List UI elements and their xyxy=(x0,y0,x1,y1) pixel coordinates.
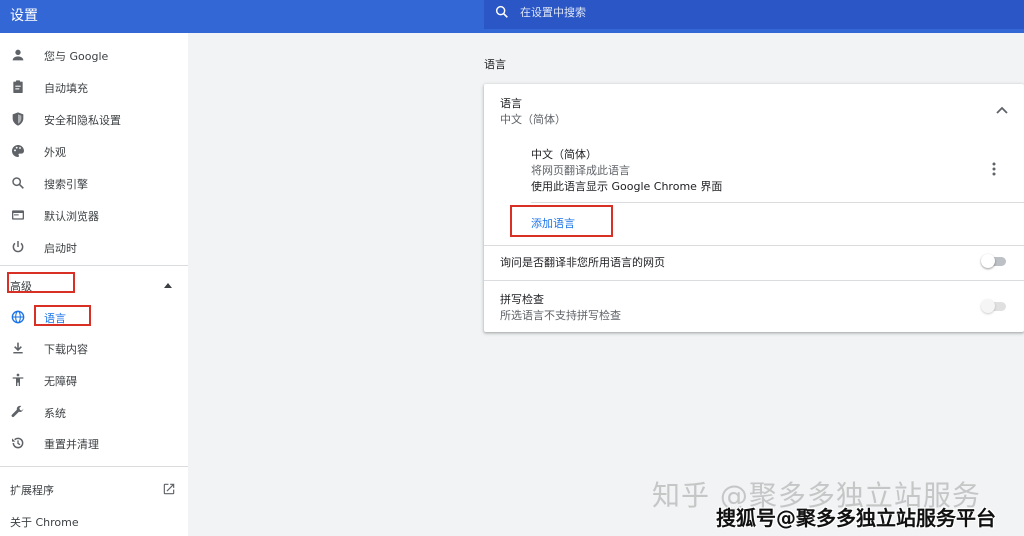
sohu-watermark: 搜狐号@聚多多独立站服务平台 xyxy=(716,506,996,530)
highlight-box-advanced xyxy=(7,272,75,293)
languages-card: 语言 中文（简体） 中文（简体） 将网页翻译成此语言 使用此语言显示 Googl… xyxy=(484,84,1024,332)
card-divider xyxy=(531,202,1024,203)
sidebar-divider xyxy=(0,466,188,467)
highlight-box-add-language xyxy=(510,205,613,237)
globe-icon xyxy=(11,310,25,324)
sidebar-item-label: 外观 xyxy=(44,146,66,159)
card-divider xyxy=(484,245,1024,246)
wrench-icon xyxy=(11,405,24,418)
translate-offer-toggle[interactable] xyxy=(981,254,1007,268)
clipboard-icon xyxy=(13,80,23,93)
spellcheck-title: 拼写检查 xyxy=(500,293,544,306)
sidebar-item-you-and-google[interactable]: 您与 Google xyxy=(0,41,188,69)
app-header: 设置 在设置中搜索 xyxy=(0,0,1024,33)
open-in-new-icon[interactable] xyxy=(162,482,176,496)
spellcheck-toggle[interactable] xyxy=(981,299,1007,313)
sidebar-item-appearance[interactable]: 外观 xyxy=(0,137,188,165)
language-entry-translate: 将网页翻译成此语言 xyxy=(531,164,630,177)
person-icon xyxy=(12,49,24,61)
language-entry-display: 使用此语言显示 Google Chrome 界面 xyxy=(531,180,723,193)
sidebar-item-label: 重置并清理 xyxy=(44,438,99,451)
sidebar-item-search-engine[interactable]: 搜索引擎 xyxy=(0,169,188,197)
sidebar-item-label: 启动时 xyxy=(44,242,77,255)
sidebar-item-label: 默认浏览器 xyxy=(44,210,99,223)
translate-offer-label: 询问是否翻译非您所用语言的网页 xyxy=(500,256,665,269)
download-icon xyxy=(13,342,23,354)
search-icon xyxy=(12,177,24,189)
sidebar-item-languages[interactable]: 语言 xyxy=(0,303,188,331)
palette-icon xyxy=(11,145,24,157)
chevron-up-icon[interactable] xyxy=(996,106,1008,114)
history-icon xyxy=(12,437,24,449)
sidebar-item-label: 无障碍 xyxy=(44,375,77,388)
shield-icon xyxy=(12,112,24,126)
search-box[interactable]: 在设置中搜索 xyxy=(484,0,1024,29)
sidebar-item-label: 搜索引擎 xyxy=(44,178,88,191)
power-icon xyxy=(12,241,24,253)
accessibility-icon xyxy=(12,373,24,386)
sidebar-divider xyxy=(0,265,188,266)
sidebar-item-about-chrome[interactable]: 关于 Chrome xyxy=(10,514,79,530)
languages-header-subtitle: 中文（简体） xyxy=(500,113,566,126)
sidebar-item-system[interactable]: 系统 xyxy=(0,398,188,426)
caret-up-icon[interactable] xyxy=(164,283,172,288)
sidebar-item-extensions[interactable]: 扩展程序 xyxy=(10,482,54,498)
search-input[interactable]: 在设置中搜索 xyxy=(520,4,586,20)
sidebar-item-label: 安全和隐私设置 xyxy=(44,114,121,127)
sidebar-item-default-browser[interactable]: 默认浏览器 xyxy=(0,201,188,229)
language-entry-name: 中文（简体） xyxy=(531,148,597,161)
sidebar-item-downloads[interactable]: 下载内容 xyxy=(0,334,188,362)
section-title: 语言 xyxy=(484,58,506,71)
more-vertical-icon[interactable] xyxy=(992,162,996,176)
card-divider xyxy=(484,280,1024,281)
sidebar-item-label: 自动填充 xyxy=(44,82,88,95)
spellcheck-subtitle: 所选语言不支持拼写检查 xyxy=(500,309,621,322)
sidebar-item-label: 系统 xyxy=(44,407,66,420)
sidebar-item-autofill[interactable]: 自动填充 xyxy=(0,73,188,101)
sidebar-item-on-startup[interactable]: 启动时 xyxy=(0,233,188,261)
search-icon xyxy=(495,5,508,18)
page-title: 设置 xyxy=(10,8,38,24)
sidebar-item-reset[interactable]: 重置并清理 xyxy=(0,429,188,457)
browser-icon xyxy=(12,210,24,220)
sidebar-item-label: 下载内容 xyxy=(44,343,88,356)
toggle-knob xyxy=(981,254,995,268)
sidebar-item-accessibility[interactable]: 无障碍 xyxy=(0,366,188,394)
languages-header-title[interactable]: 语言 xyxy=(500,95,522,111)
sidebar-item-privacy[interactable]: 安全和隐私设置 xyxy=(0,105,188,133)
sidebar-item-label: 您与 Google xyxy=(44,50,109,63)
highlight-box-languages xyxy=(34,305,91,326)
toggle-knob xyxy=(981,299,995,313)
